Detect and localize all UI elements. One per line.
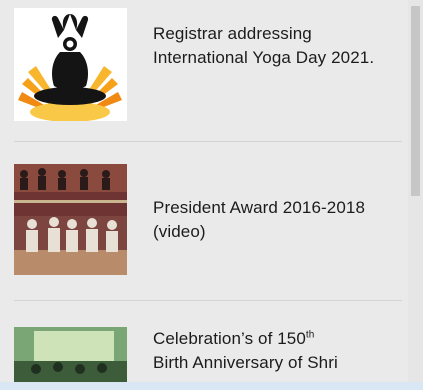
- yoga-day-thumbnail[interactable]: [14, 8, 127, 121]
- news-item-celebration[interactable]: Celebration’s of 150th Birth Anniversary …: [0, 301, 408, 390]
- news-title-superscript: th: [305, 329, 315, 341]
- news-title[interactable]: President Award 2016-2018 (video): [153, 196, 398, 244]
- news-panel: Registrar addressing International Yoga …: [0, 0, 423, 390]
- ceremony-photo-icon: [14, 164, 127, 275]
- news-item-president-award[interactable]: President Award 2016-2018 (video): [0, 142, 408, 300]
- news-title-main: Celebration’s of 150: [153, 329, 306, 348]
- scrollbar-thumb[interactable]: [411, 6, 420, 196]
- bottom-strip: [0, 382, 423, 390]
- vertical-scrollbar[interactable]: [408, 0, 423, 390]
- news-title-rest: Birth Anniversary of Shri: [153, 353, 338, 372]
- award-ceremony-thumbnail[interactable]: [14, 164, 127, 275]
- news-title[interactable]: Celebration’s of 150th Birth Anniversary …: [153, 327, 398, 375]
- celebration-thumbnail[interactable]: [14, 327, 127, 390]
- news-title[interactable]: Registrar addressing International Yoga …: [153, 22, 398, 70]
- yoga-figure-icon: [14, 8, 127, 121]
- celebration-photo-icon: [14, 327, 127, 390]
- news-item-yoga-day[interactable]: Registrar addressing International Yoga …: [0, 0, 408, 140]
